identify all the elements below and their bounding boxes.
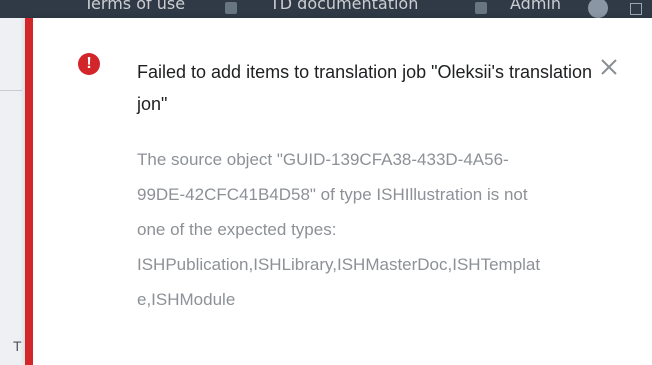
divider (0, 90, 22, 91)
window-toggle-icon[interactable] (630, 3, 642, 15)
page-background: T (0, 18, 25, 365)
error-toast: ! Failed to add items to translation job… (25, 18, 652, 365)
toast-message: The source object "GUID-139CFA38-433D-4A… (137, 150, 541, 309)
header-nav-documentation[interactable]: TD documentation (270, 0, 418, 13)
avatar[interactable] (588, 0, 608, 18)
header-nav-admin[interactable]: Admin (510, 0, 561, 13)
header-nav-terms[interactable]: Terms of use (84, 0, 185, 13)
close-icon-glyph[interactable] (598, 56, 620, 78)
app-header: Terms of use TD documentation Admin (0, 0, 652, 18)
toast-title: Failed to add items to translation job "… (137, 62, 593, 114)
external-link-icon (225, 2, 237, 14)
background-text-fragment: T (13, 338, 22, 354)
close-icon[interactable] (598, 56, 620, 78)
external-link-icon (475, 2, 487, 14)
error-icon: ! (78, 53, 100, 75)
